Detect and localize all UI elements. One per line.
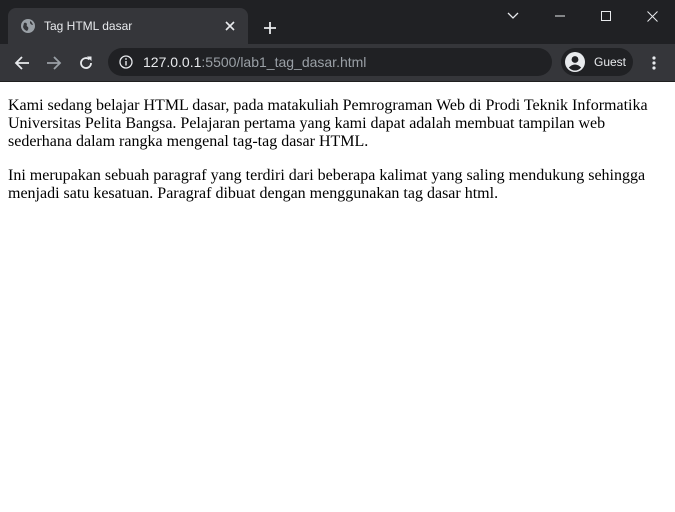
url-host: 127.0.0.1 — [143, 54, 202, 70]
address-bar[interactable]: 127.0.0.1:5500/lab1_tag_dasar.html — [108, 48, 552, 76]
profile-label: Guest — [594, 55, 627, 69]
tab-search-button[interactable] — [490, 0, 536, 32]
new-tab-button[interactable] — [258, 16, 282, 40]
forward-button[interactable] — [40, 49, 68, 77]
close-window-button[interactable] — [629, 0, 675, 32]
info-icon[interactable] — [118, 54, 134, 70]
close-tab-icon[interactable] — [222, 18, 238, 34]
minimize-button[interactable] — [537, 0, 583, 32]
reload-button[interactable] — [72, 49, 100, 77]
back-button[interactable] — [8, 49, 36, 77]
url-path: :5500/lab1_tag_dasar.html — [201, 54, 367, 70]
profile-button[interactable]: Guest — [561, 48, 633, 76]
maximize-button[interactable] — [583, 0, 629, 32]
browser-tab[interactable]: Tag HTML dasar — [8, 8, 248, 44]
avatar-icon — [564, 51, 586, 73]
paragraph-2: Ini merupakan sebuah paragraf yang terdi… — [8, 167, 646, 202]
title-bar: Tag HTML dasar — [0, 0, 675, 44]
menu-icon[interactable] — [642, 49, 666, 77]
tab-title: Tag HTML dasar — [44, 19, 133, 33]
browser-toolbar: 127.0.0.1:5500/lab1_tag_dasar.html Guest — [0, 44, 675, 82]
globe-icon — [20, 18, 36, 34]
url-text[interactable]: 127.0.0.1:5500/lab1_tag_dasar.html — [143, 54, 366, 70]
paragraph-1: Kami sedang belajar HTML dasar, pada mat… — [8, 97, 648, 150]
page-content: Kami sedang belajar HTML dasar, pada mat… — [0, 82, 675, 203]
